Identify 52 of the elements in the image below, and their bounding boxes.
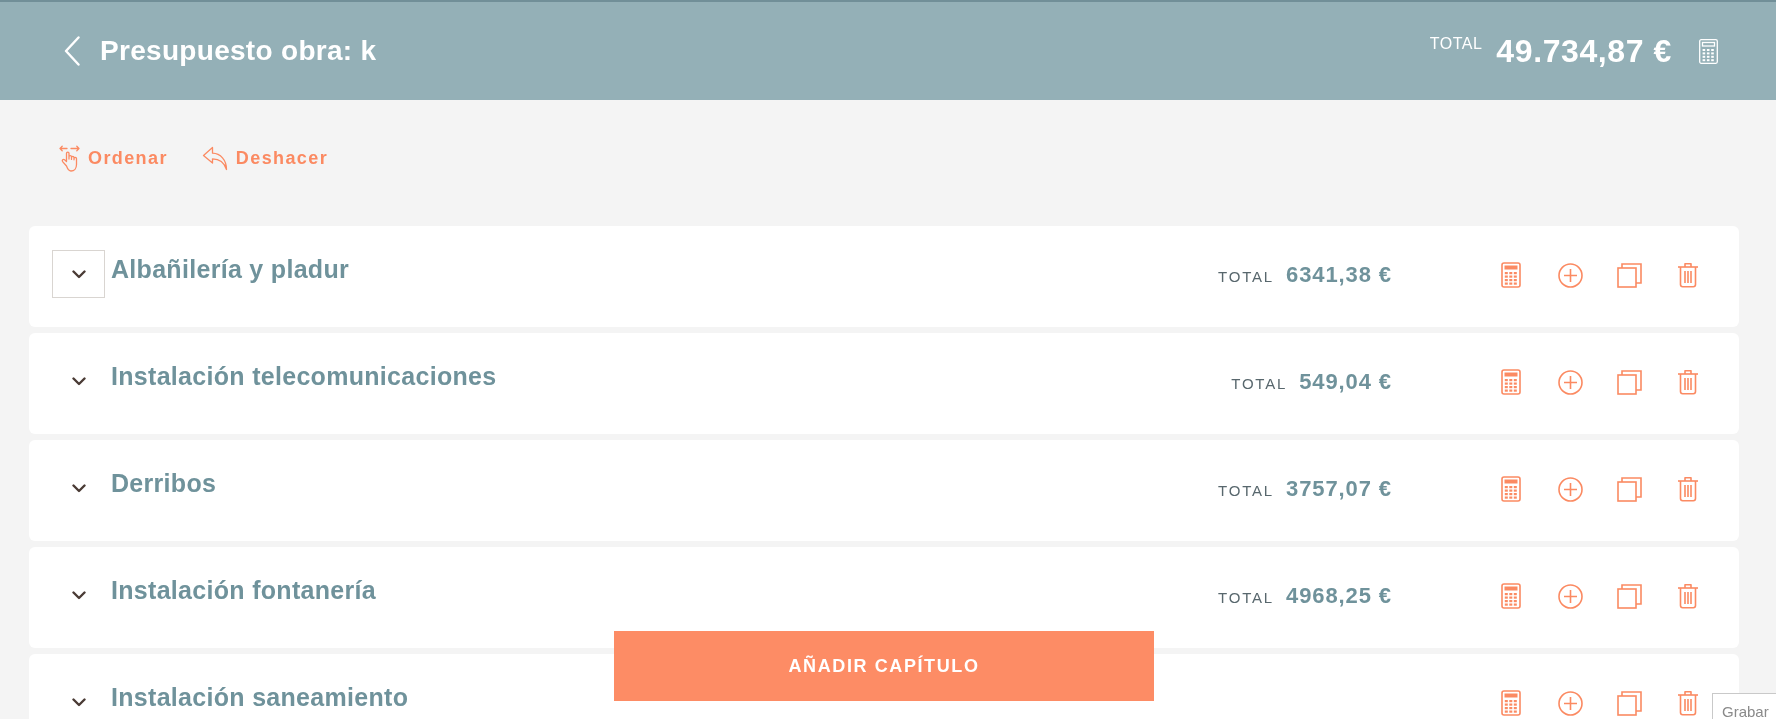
chevron-down-icon <box>71 590 86 600</box>
total-label: TOTAL <box>1218 267 1274 287</box>
plus-circle-icon <box>1557 583 1583 609</box>
copy-icon <box>1616 690 1642 716</box>
undo-icon <box>201 145 229 171</box>
total-label: TOTAL <box>1231 374 1288 394</box>
chapter-total: 6341,38 € <box>1286 263 1392 287</box>
copy-icon <box>1616 369 1642 395</box>
chapter-total: 3757,07 € <box>1286 477 1392 501</box>
calculator-icon <box>1501 262 1521 288</box>
calculator-icon <box>1501 369 1521 395</box>
tooltip: Grabar <box>1712 693 1776 719</box>
add-chapter-button[interactable]: AÑADIR CAPÍTULO <box>614 631 1154 701</box>
trash-icon <box>1677 583 1699 609</box>
swipe-hand-icon <box>59 144 81 172</box>
chevron-down-icon <box>71 483 86 493</box>
chapter-title: Instalación saneamiento <box>111 684 409 710</box>
trash-icon <box>1677 476 1699 502</box>
copy-icon <box>1616 476 1642 502</box>
chapter-total: 549,04 € <box>1299 370 1392 394</box>
calculator-icon <box>1501 690 1521 716</box>
copy-icon <box>1616 583 1642 609</box>
plus-circle-icon <box>1557 369 1583 395</box>
trash-icon <box>1677 690 1699 716</box>
calculator-icon <box>1501 583 1521 609</box>
sort-button[interactable]: Ordenar <box>59 144 168 172</box>
copy-icon <box>1616 262 1642 288</box>
page-title: Presupuesto obra: k <box>100 35 377 67</box>
chevron-down-icon <box>71 697 86 707</box>
budget-total: 49.734,87 € <box>1496 32 1672 70</box>
chapter-title: Instalación fontanería <box>111 577 376 603</box>
trash-icon <box>1677 262 1699 288</box>
chapter-title: Albañilería y pladur <box>111 256 349 282</box>
chapter-title: Derribos <box>111 470 217 496</box>
back-button[interactable] <box>64 36 80 66</box>
expand-button[interactable] <box>52 250 105 298</box>
calculator-button[interactable] <box>1699 38 1718 64</box>
total-label: TOTAL <box>1429 35 1483 53</box>
chapter-title: Instalación telecomunicaciones <box>111 363 497 389</box>
chapter-total: 4968,25 € <box>1286 584 1392 608</box>
back-icon <box>64 36 80 66</box>
chevron-down-icon <box>71 269 86 279</box>
plus-circle-icon <box>1557 476 1583 502</box>
calculator-icon <box>1699 38 1718 64</box>
calculator-icon <box>1501 476 1521 502</box>
plus-circle-icon <box>1557 262 1583 288</box>
plus-circle-icon <box>1557 690 1583 716</box>
undo-button[interactable]: Deshacer <box>201 145 329 171</box>
total-label: TOTAL <box>1218 481 1274 501</box>
chevron-down-icon <box>71 376 86 386</box>
trash-icon <box>1677 369 1699 395</box>
total-label: TOTAL <box>1218 588 1274 608</box>
